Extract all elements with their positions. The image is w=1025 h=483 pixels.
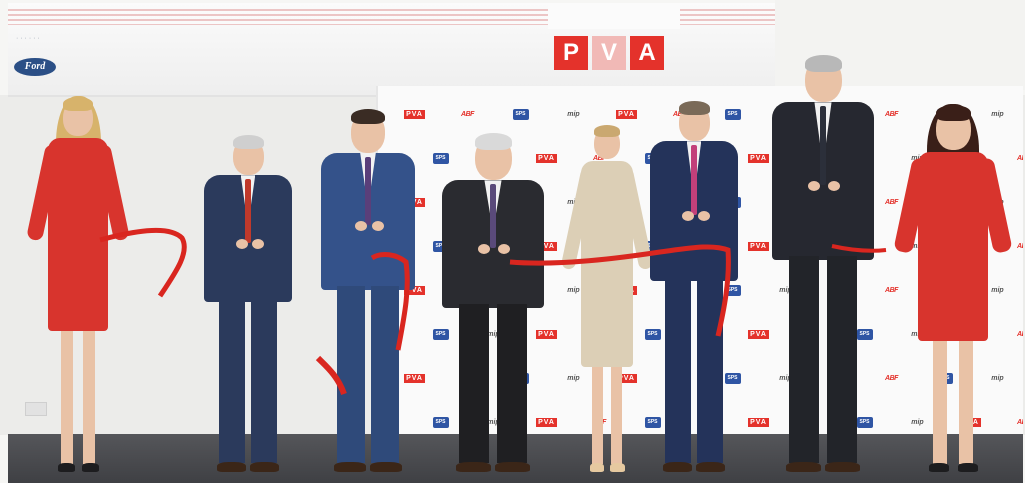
- ribbon-left-tail: [99, 227, 187, 298]
- ceremonial-ribbon: [99, 227, 887, 396]
- ribbon-drop: [315, 355, 347, 396]
- ribbon-main: [509, 244, 731, 337]
- ribbon-cutting-photo: · · · · · · Ford P V A PVAABFSPSmipPVAAB…: [0, 0, 1025, 483]
- ribbon-middle: [370, 252, 410, 351]
- ribbon-right: [831, 244, 887, 253]
